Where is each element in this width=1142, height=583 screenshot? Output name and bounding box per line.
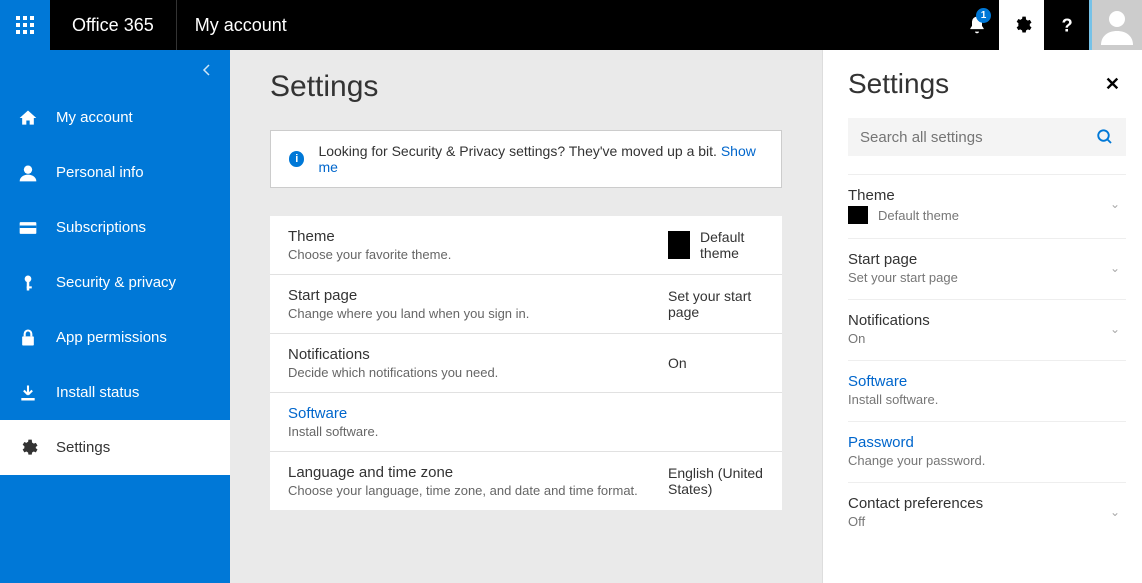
gear-icon	[1012, 15, 1032, 35]
key-icon	[18, 273, 38, 293]
panel-group-title: Theme	[848, 187, 1126, 204]
panel-group-start-page[interactable]: Start page Set your start page ⌄	[848, 238, 1126, 299]
row-title-link[interactable]: Software	[288, 405, 668, 422]
sidebar-item-label: Subscriptions	[56, 219, 146, 236]
panel-group-title: Contact preferences	[848, 495, 1126, 512]
settings-search-box[interactable]	[848, 118, 1126, 156]
sidebar: My account Personal info Subscriptions S…	[0, 50, 230, 583]
settings-flyout-panel: Settings ✕ Theme Default theme ⌄ Start p…	[822, 50, 1142, 583]
main-content: Settings i Looking for Security & Privac…	[230, 50, 822, 583]
panel-group-sub: Change your password.	[848, 453, 1126, 468]
panel-heading: Settings	[848, 68, 949, 100]
settings-row-notifications[interactable]: Notifications Decide which notifications…	[270, 334, 782, 393]
panel-close-button[interactable]: ✕	[1099, 70, 1126, 99]
panel-group-title-link[interactable]: Password	[848, 434, 1126, 451]
gear-icon	[18, 438, 38, 458]
row-desc: Choose your language, time zone, and dat…	[288, 483, 668, 498]
search-icon	[1096, 128, 1114, 146]
panel-group-title: Notifications	[848, 312, 1126, 329]
panel-group-notifications[interactable]: Notifications On ⌄	[848, 299, 1126, 360]
sidebar-item-subscriptions[interactable]: Subscriptions	[0, 200, 230, 255]
profile-avatar[interactable]	[1092, 0, 1142, 50]
info-notice: i Looking for Security & Privacy setting…	[270, 130, 782, 188]
row-desc: Decide which notifications you need.	[288, 365, 668, 380]
home-icon	[18, 108, 38, 128]
sidebar-item-label: Settings	[56, 439, 110, 456]
settings-gear-button[interactable]	[999, 0, 1044, 50]
row-title: Theme	[288, 228, 668, 245]
svg-text:?: ?	[1061, 14, 1072, 35]
person-icon	[18, 163, 38, 183]
settings-row-start-page[interactable]: Start page Change where you land when yo…	[270, 275, 782, 334]
lock-icon	[18, 328, 38, 348]
card-icon	[18, 218, 38, 238]
sidebar-item-install-status[interactable]: Install status	[0, 365, 230, 420]
sidebar-item-my-account[interactable]: My account	[0, 90, 230, 145]
panel-group-password[interactable]: Password Change your password.	[848, 421, 1126, 482]
panel-group-sub: Install software.	[848, 392, 1126, 407]
sidebar-item-label: Install status	[56, 384, 139, 401]
settings-row-theme[interactable]: Theme Choose your favorite theme. Defaul…	[270, 216, 782, 275]
download-icon	[18, 383, 38, 403]
sidebar-collapse-button[interactable]	[0, 50, 230, 90]
row-value: Default theme	[668, 229, 764, 261]
panel-group-contact-preferences[interactable]: Contact preferences Off ⌄	[848, 482, 1126, 543]
chevron-down-icon: ⌄	[1110, 197, 1120, 211]
chevron-left-icon	[202, 64, 212, 76]
chevron-down-icon: ⌄	[1110, 505, 1120, 519]
chevron-down-icon: ⌄	[1110, 322, 1120, 336]
theme-swatch	[848, 206, 868, 224]
settings-row-language[interactable]: Language and time zone Choose your langu…	[270, 452, 782, 510]
row-title: Language and time zone	[288, 464, 668, 481]
sidebar-item-app-permissions[interactable]: App permissions	[0, 310, 230, 365]
row-desc: Install software.	[288, 424, 668, 439]
help-button[interactable]: ?	[1044, 0, 1089, 50]
sidebar-item-settings[interactable]: Settings	[0, 420, 230, 475]
notification-badge: 1	[976, 8, 991, 23]
panel-group-title: Start page	[848, 251, 1126, 268]
panel-group-sub: Set your start page	[848, 270, 1126, 285]
top-bar: Office 365 My account 1 ?	[0, 0, 1142, 50]
page-title: My account	[177, 15, 305, 36]
panel-group-theme[interactable]: Theme Default theme ⌄	[848, 174, 1126, 238]
person-icon	[1097, 5, 1137, 45]
panel-group-software[interactable]: Software Install software.	[848, 360, 1126, 421]
sidebar-item-personal-info[interactable]: Personal info	[0, 145, 230, 200]
sidebar-item-security[interactable]: Security & privacy	[0, 255, 230, 310]
row-title: Start page	[288, 287, 668, 304]
row-desc: Change where you land when you sign in.	[288, 306, 668, 321]
row-value: English (United States)	[668, 465, 764, 497]
sidebar-item-label: My account	[56, 109, 133, 126]
info-icon: i	[289, 151, 304, 167]
panel-group-title-link[interactable]: Software	[848, 373, 1126, 390]
app-launcher-button[interactable]	[0, 0, 50, 50]
sidebar-item-label: App permissions	[56, 329, 167, 346]
theme-swatch	[668, 231, 690, 259]
notice-text: Looking for Security & Privacy settings?…	[318, 143, 720, 159]
panel-group-sub: Off	[848, 514, 1126, 529]
waffle-icon	[16, 16, 34, 34]
settings-search-input[interactable]	[860, 129, 1096, 146]
panel-group-sub: Default theme	[848, 206, 1126, 224]
main-heading: Settings	[270, 70, 782, 104]
row-value: Set your start page	[668, 288, 764, 320]
settings-row-software[interactable]: Software Install software.	[270, 393, 782, 452]
sidebar-item-label: Security & privacy	[56, 274, 176, 291]
chevron-down-icon: ⌄	[1110, 261, 1120, 275]
row-title: Notifications	[288, 346, 668, 363]
row-value: On	[668, 355, 687, 371]
settings-list: Theme Choose your favorite theme. Defaul…	[270, 216, 782, 510]
help-icon: ?	[1056, 14, 1078, 36]
sidebar-item-label: Personal info	[56, 164, 144, 181]
notifications-button[interactable]: 1	[954, 0, 999, 50]
brand-label[interactable]: Office 365	[50, 0, 177, 50]
row-desc: Choose your favorite theme.	[288, 247, 668, 262]
panel-group-sub: On	[848, 331, 1126, 346]
